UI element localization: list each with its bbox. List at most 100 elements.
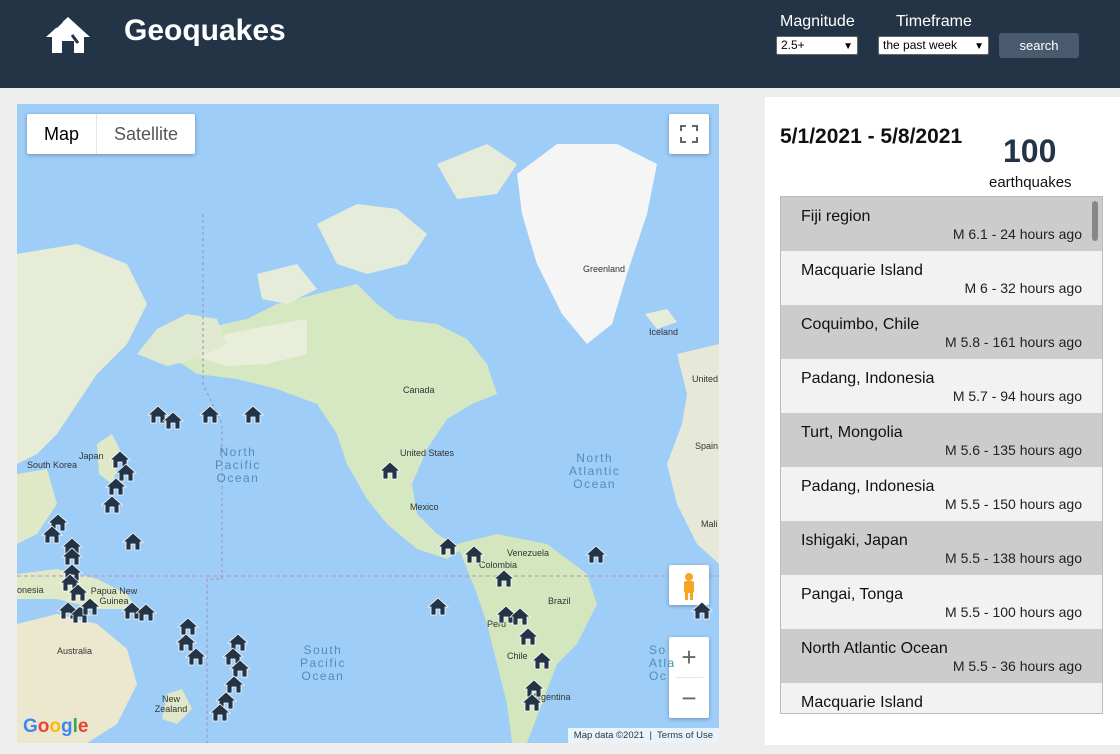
google-logo: Google <box>23 716 89 737</box>
map-label-spain: Spain <box>695 441 719 451</box>
quake-meta: M 5.7 - 94 hours ago <box>952 388 1082 404</box>
quake-list[interactable]: Fiji region M 6.1 - 24 hours ago Macquar… <box>780 196 1103 714</box>
map-label-south-korea: South Korea <box>27 460 78 470</box>
ocean-label-south-atlantic: So Atla Oc <box>649 643 676 683</box>
quake-marker-icon[interactable] <box>436 536 460 556</box>
list-item[interactable]: Coquimbo, Chile M 5.8 - 161 hours ago <box>781 305 1102 359</box>
quake-place: Padang, Indonesia <box>801 478 935 495</box>
map-attribution: Map data ©2021 | Terms of Use <box>567 728 719 743</box>
quake-marker-icon[interactable] <box>462 544 486 564</box>
quake-place: Macquarie Island <box>801 262 923 279</box>
quake-marker-icon[interactable] <box>198 404 222 424</box>
quake-sidebar: 5/1/2021 - 5/8/2021 100 earthquakes Fiji… <box>765 97 1120 745</box>
map-type-satellite-button[interactable]: Satellite <box>97 114 195 154</box>
map-label-greenland: Greenland <box>583 264 626 274</box>
terms-link[interactable]: Terms of Use <box>657 730 713 741</box>
magnitude-select[interactable]: 2.5+ ▼ <box>776 36 858 55</box>
quake-place: Padang, Indonesia <box>801 370 935 387</box>
quake-meta: M 5.5 - 100 hours ago <box>945 604 1082 620</box>
quake-marker-icon[interactable] <box>121 531 145 551</box>
map-label-canada: Canada <box>403 385 435 395</box>
earthquake-map[interactable]: Map Satellite + − Greenland Iceland Cana… <box>17 104 719 743</box>
quake-place: Pangai, Tonga <box>801 586 904 603</box>
app-title: Geoquakes <box>124 14 286 47</box>
house-quake-icon <box>46 17 90 53</box>
street-view-button[interactable] <box>669 565 709 605</box>
quake-meta: M 6.1 - 24 hours ago <box>952 226 1082 242</box>
quake-meta: M 6 - 32 hours ago <box>964 280 1082 296</box>
quake-marker-icon[interactable] <box>184 646 208 666</box>
map-data-text: Map data ©2021 <box>573 730 645 741</box>
list-item[interactable]: Macquarie Island M 6 - 32 hours ago <box>781 251 1102 305</box>
fullscreen-icon <box>680 125 698 143</box>
quake-meta: M 5.8 - 161 hours ago <box>945 334 1082 350</box>
quake-meta: M 5.5 - 36 hours ago <box>952 658 1082 674</box>
map-label-indonesia: onesia <box>17 585 44 595</box>
list-item[interactable]: North Atlantic Ocean M 5.5 - 36 hours ag… <box>781 629 1102 683</box>
map-type-map-button[interactable]: Map <box>27 114 98 154</box>
quake-marker-icon[interactable] <box>492 568 516 588</box>
quake-count: 100 <box>1003 133 1057 169</box>
quake-marker-icon[interactable] <box>508 606 532 626</box>
quake-marker-icon[interactable] <box>530 650 554 670</box>
map-label-japan: Japan <box>79 451 104 461</box>
quake-marker-icon[interactable] <box>161 410 185 430</box>
timeframe-select[interactable]: the past week ▼ <box>878 36 989 55</box>
pegman-icon <box>684 573 694 600</box>
map-label-australia: Australia <box>57 646 93 656</box>
map-label-new-zealand: New Zealand <box>154 694 188 714</box>
map-label-mali: Mali <box>701 519 718 529</box>
map-label-mexico: Mexico <box>410 502 439 512</box>
quake-place: Fiji region <box>801 208 871 225</box>
zoom-out-button[interactable]: − <box>669 678 709 718</box>
map-label-united-states: United States <box>400 448 455 458</box>
map-label-chile: Chile <box>507 651 528 661</box>
list-item[interactable]: Padang, Indonesia M 5.5 - 150 hours ago <box>781 467 1102 521</box>
chevron-down-icon: ▼ <box>843 41 853 52</box>
quake-marker-icon[interactable] <box>520 692 544 712</box>
quake-marker-icon[interactable] <box>584 544 608 564</box>
quake-marker-icon[interactable] <box>426 596 450 616</box>
magnitude-select-value: 2.5+ <box>781 38 805 52</box>
quake-marker-icon[interactable] <box>104 476 128 496</box>
list-item[interactable]: Ishigaki, Japan M 5.5 - 138 hours ago <box>781 521 1102 575</box>
map-label-iceland: Iceland <box>649 327 679 337</box>
list-item[interactable]: Pangai, Tonga M 5.5 - 100 hours ago <box>781 575 1102 629</box>
timeframe-label: Timeframe <box>896 13 972 30</box>
app-header: Geoquakes Magnitude 2.5+ ▼ Timeframe the… <box>0 0 1120 88</box>
quake-meta: M 5.5 - 150 hours ago <box>945 496 1082 512</box>
fullscreen-button[interactable] <box>669 114 709 154</box>
ocean-label-north-pacific: North Pacific Ocean <box>215 445 261 485</box>
quake-marker-icon[interactable] <box>208 702 232 722</box>
list-item[interactable]: Fiji region M 6.1 - 24 hours ago <box>781 197 1102 251</box>
ocean-label-south-pacific: South Pacific Ocean <box>300 643 346 683</box>
date-range: 5/1/2021 - 5/8/2021 <box>780 125 963 148</box>
quake-marker-icon[interactable] <box>78 596 102 616</box>
quake-marker-icon[interactable] <box>516 626 540 646</box>
quake-marker-icon[interactable] <box>241 404 265 424</box>
quake-place: Macquarie Island <box>801 694 923 711</box>
quake-count-label: earthquakes <box>989 174 1072 191</box>
magnitude-label: Magnitude <box>780 13 855 30</box>
list-scrollbar[interactable] <box>1092 201 1098 241</box>
timeframe-select-value: the past week <box>883 38 958 52</box>
quake-place: Turt, Mongolia <box>801 424 903 441</box>
list-item[interactable]: Macquarie Island <box>781 683 1102 713</box>
quake-marker-icon[interactable] <box>690 600 714 620</box>
quake-meta: M 5.6 - 135 hours ago <box>945 442 1082 458</box>
map-type-control: Map Satellite <box>27 114 196 154</box>
list-item[interactable]: Turt, Mongolia M 5.6 - 135 hours ago <box>781 413 1102 467</box>
quake-place: Ishigaki, Japan <box>801 532 908 549</box>
chevron-down-icon: ▼ <box>974 41 984 52</box>
quake-place: Coquimbo, Chile <box>801 316 920 333</box>
quake-marker-icon[interactable] <box>134 602 158 622</box>
quake-place: North Atlantic Ocean <box>801 640 948 657</box>
quake-marker-icon[interactable] <box>40 524 64 544</box>
map-land-shapes <box>17 144 719 743</box>
search-button[interactable]: search <box>999 33 1079 58</box>
ocean-label-north-atlantic: North Atlantic Ocean <box>569 451 621 491</box>
quake-marker-icon[interactable] <box>378 460 402 480</box>
list-item[interactable]: Padang, Indonesia M 5.7 - 94 hours ago <box>781 359 1102 413</box>
quake-marker-icon[interactable] <box>100 494 124 514</box>
map-label-brazil: Brazil <box>548 596 571 606</box>
